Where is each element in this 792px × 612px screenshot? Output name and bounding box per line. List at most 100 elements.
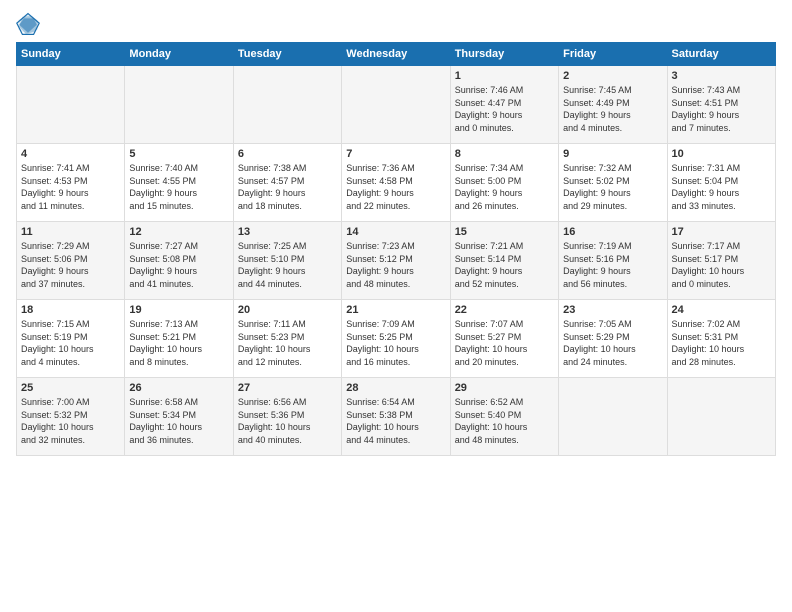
day-info: Sunrise: 7:17 AM Sunset: 5:17 PM Dayligh…	[672, 240, 771, 290]
day-info: Sunrise: 7:45 AM Sunset: 4:49 PM Dayligh…	[563, 84, 662, 134]
day-number: 7	[346, 148, 445, 160]
day-info: Sunrise: 6:58 AM Sunset: 5:34 PM Dayligh…	[129, 396, 228, 446]
day-number: 26	[129, 382, 228, 394]
day-info: Sunrise: 7:05 AM Sunset: 5:29 PM Dayligh…	[563, 318, 662, 368]
day-header-friday: Friday	[559, 43, 667, 66]
calendar-cell: 5 Sunrise: 7:40 AM Sunset: 4:55 PM Daylig…	[125, 144, 233, 222]
day-number: 11	[21, 226, 120, 238]
day-info: Sunrise: 7:27 AM Sunset: 5:08 PM Dayligh…	[129, 240, 228, 290]
day-header-monday: Monday	[125, 43, 233, 66]
calendar-cell: 18 Sunrise: 7:15 AM Sunset: 5:19 PM Dayli…	[17, 300, 125, 378]
day-number: 20	[238, 304, 337, 316]
day-info: Sunrise: 7:32 AM Sunset: 5:02 PM Dayligh…	[563, 162, 662, 212]
day-info: Sunrise: 7:19 AM Sunset: 5:16 PM Dayligh…	[563, 240, 662, 290]
calendar-table: SundayMondayTuesdayWednesdayThursdayFrid…	[16, 42, 776, 456]
header	[16, 12, 776, 36]
day-number: 14	[346, 226, 445, 238]
day-info: Sunrise: 7:21 AM Sunset: 5:14 PM Dayligh…	[455, 240, 554, 290]
day-number: 8	[455, 148, 554, 160]
day-info: Sunrise: 7:40 AM Sunset: 4:55 PM Dayligh…	[129, 162, 228, 212]
day-number: 13	[238, 226, 337, 238]
day-number: 16	[563, 226, 662, 238]
day-number: 2	[563, 70, 662, 82]
week-row-1: 4 Sunrise: 7:41 AM Sunset: 4:53 PM Daylig…	[17, 144, 776, 222]
day-number: 19	[129, 304, 228, 316]
logo	[16, 12, 44, 36]
calendar-cell: 7Sunrise: 7:36 AM Sunset: 4:58 PM Daylig…	[342, 144, 450, 222]
day-info: Sunrise: 7:46 AM Sunset: 4:47 PM Dayligh…	[455, 84, 554, 134]
logo-icon	[16, 12, 40, 36]
calendar-cell: 12 Sunrise: 7:27 AM Sunset: 5:08 PM Dayli…	[125, 222, 233, 300]
day-info: Sunrise: 7:41 AM Sunset: 4:53 PM Dayligh…	[21, 162, 120, 212]
day-info: Sunrise: 7:11 AM Sunset: 5:23 PM Dayligh…	[238, 318, 337, 368]
calendar-cell: 8 Sunrise: 7:34 AM Sunset: 5:00 PM Daylig…	[450, 144, 558, 222]
day-info: Sunrise: 6:54 AM Sunset: 5:38 PM Dayligh…	[346, 396, 445, 446]
calendar-cell: 22 Sunrise: 7:07 AM Sunset: 5:27 PM Dayli…	[450, 300, 558, 378]
calendar-cell: 26 Sunrise: 6:58 AM Sunset: 5:34 PM Dayli…	[125, 378, 233, 456]
day-number: 1	[455, 70, 554, 82]
day-info: Sunrise: 7:38 AM Sunset: 4:57 PM Dayligh…	[238, 162, 337, 212]
calendar-cell: 21 Sunrise: 7:09 AM Sunset: 5:25 PM Dayli…	[342, 300, 450, 378]
day-number: 27	[238, 382, 337, 394]
calendar-cell	[667, 378, 775, 456]
day-info: Sunrise: 7:00 AM Sunset: 5:32 PM Dayligh…	[21, 396, 120, 446]
day-number: 22	[455, 304, 554, 316]
calendar-cell: 3 Sunrise: 7:43 AM Sunset: 4:51 PM Daylig…	[667, 66, 775, 144]
day-number: 24	[672, 304, 771, 316]
day-number: 15	[455, 226, 554, 238]
calendar-cell: 13 Sunrise: 7:25 AM Sunset: 5:10 PM Dayli…	[233, 222, 341, 300]
day-info: Sunrise: 7:31 AM Sunset: 5:04 PM Dayligh…	[672, 162, 771, 212]
day-number: 21	[346, 304, 445, 316]
calendar-cell	[233, 66, 341, 144]
day-header-sunday: Sunday	[17, 43, 125, 66]
day-info: Sunrise: 6:56 AM Sunset: 5:36 PM Dayligh…	[238, 396, 337, 446]
week-row-2: 11 Sunrise: 7:29 AM Sunset: 5:06 PM Dayli…	[17, 222, 776, 300]
day-number: 17	[672, 226, 771, 238]
day-number: 10	[672, 148, 771, 160]
day-info: Sunrise: 7:09 AM Sunset: 5:25 PM Dayligh…	[346, 318, 445, 368]
day-info: Sunrise: 7:29 AM Sunset: 5:06 PM Dayligh…	[21, 240, 120, 290]
calendar-cell	[559, 378, 667, 456]
calendar-cell: 20 Sunrise: 7:11 AM Sunset: 5:23 PM Dayli…	[233, 300, 341, 378]
calendar-cell: 24Sunrise: 7:02 AM Sunset: 5:31 PM Dayli…	[667, 300, 775, 378]
calendar-cell: 1 Sunrise: 7:46 AM Sunset: 4:47 PM Daylig…	[450, 66, 558, 144]
week-row-3: 18 Sunrise: 7:15 AM Sunset: 5:19 PM Dayli…	[17, 300, 776, 378]
day-info: Sunrise: 7:13 AM Sunset: 5:21 PM Dayligh…	[129, 318, 228, 368]
day-number: 18	[21, 304, 120, 316]
calendar-cell: 27 Sunrise: 6:56 AM Sunset: 5:36 PM Dayli…	[233, 378, 341, 456]
calendar-cell: 23 Sunrise: 7:05 AM Sunset: 5:29 PM Dayli…	[559, 300, 667, 378]
calendar-cell	[342, 66, 450, 144]
day-info: Sunrise: 7:34 AM Sunset: 5:00 PM Dayligh…	[455, 162, 554, 212]
day-number: 5	[129, 148, 228, 160]
day-info: Sunrise: 7:25 AM Sunset: 5:10 PM Dayligh…	[238, 240, 337, 290]
calendar-cell: 14 Sunrise: 7:23 AM Sunset: 5:12 PM Dayli…	[342, 222, 450, 300]
day-info: Sunrise: 7:43 AM Sunset: 4:51 PM Dayligh…	[672, 84, 771, 134]
week-row-0: 1 Sunrise: 7:46 AM Sunset: 4:47 PM Daylig…	[17, 66, 776, 144]
day-header-tuesday: Tuesday	[233, 43, 341, 66]
calendar-cell: 6 Sunrise: 7:38 AM Sunset: 4:57 PM Daylig…	[233, 144, 341, 222]
week-row-4: 25 Sunrise: 7:00 AM Sunset: 5:32 PM Dayli…	[17, 378, 776, 456]
calendar-cell: 11 Sunrise: 7:29 AM Sunset: 5:06 PM Dayli…	[17, 222, 125, 300]
day-number: 23	[563, 304, 662, 316]
calendar-cell: 29Sunrise: 6:52 AM Sunset: 5:40 PM Dayli…	[450, 378, 558, 456]
day-header-wednesday: Wednesday	[342, 43, 450, 66]
day-number: 3	[672, 70, 771, 82]
day-number: 4	[21, 148, 120, 160]
calendar-cell: 16 Sunrise: 7:19 AM Sunset: 5:16 PM Dayli…	[559, 222, 667, 300]
day-info: Sunrise: 7:15 AM Sunset: 5:19 PM Dayligh…	[21, 318, 120, 368]
calendar-cell: 28 Sunrise: 6:54 AM Sunset: 5:38 PM Dayli…	[342, 378, 450, 456]
calendar-cell: 4 Sunrise: 7:41 AM Sunset: 4:53 PM Daylig…	[17, 144, 125, 222]
day-number: 6	[238, 148, 337, 160]
day-number: 25	[21, 382, 120, 394]
calendar-cell: 9Sunrise: 7:32 AM Sunset: 5:02 PM Daylig…	[559, 144, 667, 222]
day-info: Sunrise: 7:23 AM Sunset: 5:12 PM Dayligh…	[346, 240, 445, 290]
calendar-cell: 19 Sunrise: 7:13 AM Sunset: 5:21 PM Dayli…	[125, 300, 233, 378]
calendar-cell: 2 Sunrise: 7:45 AM Sunset: 4:49 PM Daylig…	[559, 66, 667, 144]
calendar-cell: 15 Sunrise: 7:21 AM Sunset: 5:14 PM Dayli…	[450, 222, 558, 300]
page-container: SundayMondayTuesdayWednesdayThursdayFrid…	[0, 0, 792, 464]
day-number: 12	[129, 226, 228, 238]
day-number: 28	[346, 382, 445, 394]
header-row: SundayMondayTuesdayWednesdayThursdayFrid…	[17, 43, 776, 66]
calendar-cell: 25 Sunrise: 7:00 AM Sunset: 5:32 PM Dayli…	[17, 378, 125, 456]
day-info: Sunrise: 7:07 AM Sunset: 5:27 PM Dayligh…	[455, 318, 554, 368]
